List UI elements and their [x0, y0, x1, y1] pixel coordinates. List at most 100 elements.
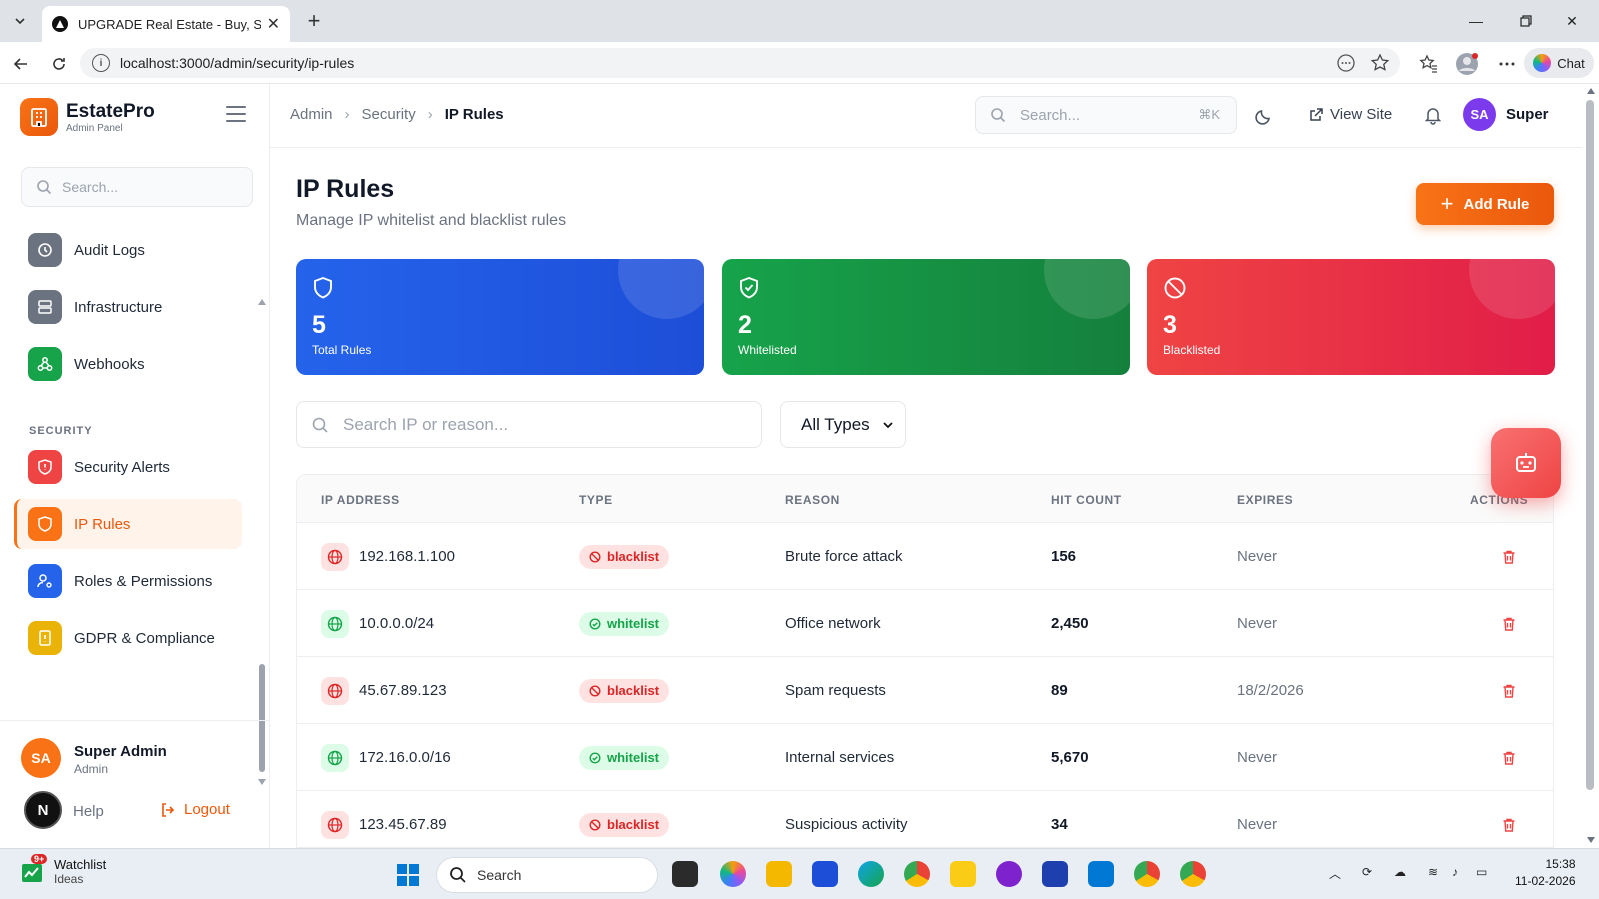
global-search-input[interactable]: Search... ⌘K — [975, 96, 1237, 134]
file-explorer-icon[interactable] — [766, 861, 792, 887]
col-ip-address: IP ADDRESS — [321, 493, 400, 507]
favorite-star-icon[interactable] — [1370, 53, 1390, 73]
url-field[interactable]: i localhost:3000/admin/security/ip-rules — [80, 48, 1400, 78]
clock-time: 15:38 — [1545, 857, 1576, 871]
chrome-profile-icon[interactable] — [1180, 861, 1206, 887]
type-label: blacklist — [607, 683, 660, 698]
window-close-icon[interactable]: ✕ — [1549, 0, 1595, 42]
sidebar-search-placeholder: Search... — [62, 179, 119, 195]
webhook-icon — [28, 347, 62, 381]
brand[interactable]: EstatePro Admin Panel — [20, 98, 155, 136]
nextjs-badge-icon[interactable]: N — [24, 791, 62, 829]
stat-card-total: 5 Total Rules — [296, 259, 704, 375]
user-menu-name[interactable]: Super — [1506, 106, 1549, 123]
delete-icon[interactable] — [1501, 523, 1517, 590]
maximize-icon[interactable] — [1503, 0, 1549, 42]
watchlist-sub: Ideas — [54, 872, 84, 886]
ip-search-input[interactable]: Search IP or reason... — [296, 401, 762, 448]
sidebar-item-roles-permissions[interactable]: Roles & Permissions — [14, 556, 242, 606]
sidebar-item-webhooks[interactable]: Webhooks — [14, 339, 242, 389]
address-bar-row: i localhost:3000/admin/security/ip-rules… — [0, 42, 1599, 84]
windows-start-icon[interactable] — [396, 863, 420, 887]
hit-count: 156 — [1051, 548, 1077, 565]
vscode-icon[interactable] — [1088, 861, 1114, 887]
ai-assistant-button[interactable] — [1491, 428, 1561, 498]
plus-icon: + — [1440, 191, 1454, 216]
sidebar-scrollbar[interactable] — [257, 299, 266, 785]
sidebar-item-security-alerts[interactable]: Security Alerts — [14, 442, 242, 492]
watchlist-widget[interactable]: 9+ Watchlist Ideas — [20, 853, 106, 886]
reader-mode-icon[interactable] — [1336, 53, 1356, 73]
chrome-icon[interactable] — [904, 861, 930, 887]
menu-toggle-icon[interactable] — [226, 106, 246, 122]
delete-icon[interactable] — [1501, 657, 1517, 724]
table-row[interactable]: 10.0.0.0/24 whitelist Office network 2,4… — [297, 590, 1553, 657]
podcast-app-icon[interactable] — [996, 861, 1022, 887]
globe-icon — [321, 542, 349, 571]
wifi-icon[interactable]: ≋ — [1428, 865, 1438, 879]
postgres-icon[interactable] — [1042, 861, 1068, 887]
delete-icon[interactable] — [1501, 724, 1517, 791]
more-options-icon[interactable] — [1494, 51, 1520, 77]
view-site-link[interactable]: View Site — [1308, 106, 1392, 123]
sidebar-item-gdpr-compliance[interactable]: GDPR & Compliance — [14, 613, 242, 663]
breadcrumb: Admin › Security › IP Rules — [290, 106, 504, 123]
favorites-list-icon[interactable] — [1416, 51, 1442, 77]
sidebar-item-ip-rules[interactable]: IP Rules — [14, 499, 242, 549]
task-view-icon[interactable] — [672, 861, 698, 887]
sticky-notes-icon[interactable] — [950, 861, 976, 887]
robot-icon — [1516, 453, 1536, 472]
chrome-profile-icon[interactable] — [1134, 861, 1160, 887]
building-logo-icon — [20, 98, 58, 136]
delete-icon[interactable] — [1501, 590, 1517, 657]
reload-icon[interactable] — [46, 51, 72, 77]
type-filter-select[interactable]: All Types — [780, 401, 906, 448]
new-tab-icon[interactable]: + — [300, 8, 328, 34]
battery-icon[interactable]: ▭ — [1476, 865, 1487, 879]
topbar: Admin › Security › IP Rules Search... ⌘K… — [270, 84, 1582, 148]
minimize-icon[interactable]: — — [1453, 0, 1499, 42]
search-icon — [312, 417, 328, 433]
col-hit-count: HIT COUNT — [1051, 493, 1122, 507]
table-row[interactable]: 45.67.89.123 blacklist Spam requests 89 … — [297, 657, 1553, 724]
sync-icon[interactable]: ⟳ — [1362, 865, 1372, 879]
avatar[interactable]: SA — [21, 738, 61, 778]
table-row[interactable]: 192.168.1.100 blacklist Brute force atta… — [297, 523, 1553, 590]
copilot-chat-button[interactable]: Chat — [1524, 48, 1594, 78]
profile-icon[interactable] — [1454, 51, 1480, 77]
breadcrumb-admin[interactable]: Admin — [290, 106, 333, 123]
logout-button[interactable]: Logout — [160, 801, 230, 818]
volume-icon[interactable]: ♪ — [1452, 865, 1458, 879]
add-rule-button[interactable]: + Add Rule — [1416, 183, 1554, 225]
help-link[interactable]: Help — [73, 803, 104, 820]
bell-icon[interactable] — [1423, 105, 1443, 125]
avatar[interactable]: SA — [1463, 98, 1496, 131]
sidebar-item-audit-logs[interactable]: Audit Logs — [14, 225, 242, 275]
site-info-icon[interactable]: i — [92, 54, 110, 72]
ip-address: 172.16.0.0/16 — [359, 749, 451, 766]
table-row[interactable]: 172.16.0.0/16 whitelist Internal service… — [297, 724, 1553, 791]
edge-browser-icon[interactable] — [858, 861, 884, 887]
taskbar-search[interactable]: Search — [436, 857, 658, 893]
search-icon — [450, 867, 466, 883]
store-icon[interactable] — [812, 861, 838, 887]
tab-title: UPGRADE Real Estate - Buy, Sell & — [78, 16, 261, 32]
tab-close-icon[interactable]: ✕ — [267, 14, 280, 34]
cloud-off-icon[interactable]: ☁ — [1394, 865, 1406, 879]
user-name: Super Admin — [74, 743, 167, 760]
shield-icon — [28, 507, 62, 541]
sidebar-item-infrastructure[interactable]: Infrastructure — [14, 282, 242, 332]
page-scrollbar[interactable] — [1582, 84, 1599, 848]
sidebar-search-input[interactable]: Search... — [21, 167, 253, 207]
back-icon[interactable] — [8, 51, 34, 77]
browser-tab-active[interactable]: UPGRADE Real Estate - Buy, Sell & ✕ — [42, 6, 290, 42]
moon-icon[interactable] — [1254, 106, 1274, 126]
table-row[interactable]: 123.45.67.89 blacklist Suspicious activi… — [297, 791, 1553, 847]
system-clock[interactable]: 15:38 11-02-2026 — [1515, 856, 1576, 890]
tray-chevron-icon[interactable]: ︿ — [1329, 865, 1341, 882]
copilot-app-icon[interactable] — [720, 861, 746, 887]
tab-list-chevron-icon[interactable] — [6, 8, 34, 34]
delete-icon[interactable] — [1501, 791, 1517, 847]
breadcrumb-security[interactable]: Security — [362, 106, 416, 123]
col-reason: REASON — [785, 493, 840, 507]
